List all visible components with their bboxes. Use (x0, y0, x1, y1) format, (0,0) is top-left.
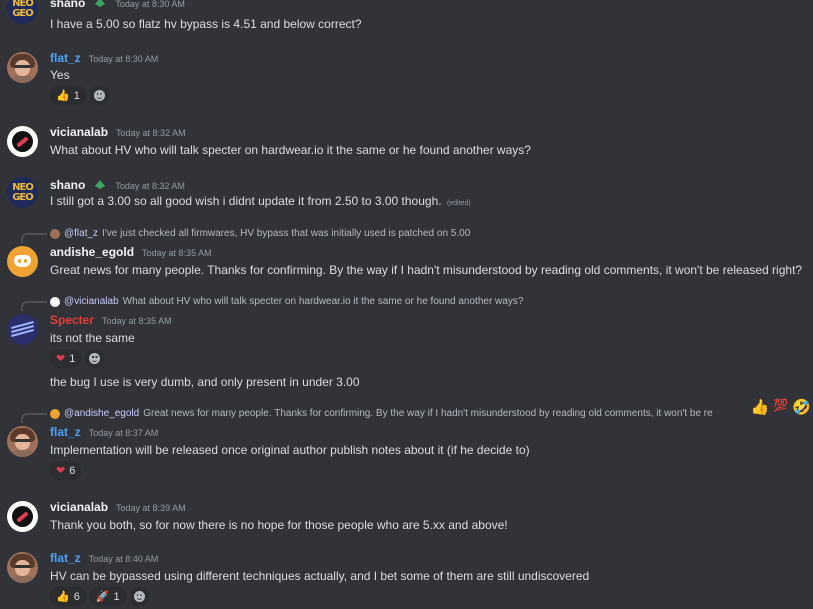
message-text: I still got a 3.00 so all good wish i di… (50, 194, 471, 208)
message-text: What about HV who will talk specter on h… (50, 143, 531, 157)
reply-preview[interactable]: @flat_z I've just checked all firmwares,… (50, 228, 470, 239)
reaction-thumbs-up[interactable]: 👍 1 (50, 86, 86, 105)
reply-text: I've just checked all firmwares, HV bypa… (102, 228, 471, 239)
message-text: its not the same (50, 331, 135, 345)
thumbs-up-icon: 👍 (56, 590, 70, 603)
add-reaction-button[interactable] (129, 587, 149, 606)
username[interactable]: Specter (50, 313, 94, 327)
timestamp: Today at 8:35 AM (102, 316, 172, 326)
message-text: Thank you both, so for now there is no h… (50, 518, 508, 532)
avatar[interactable] (7, 314, 38, 345)
message-text: I have a 5.00 so flatz hv bypass is 4.51… (50, 17, 362, 31)
add-reaction-icon (93, 90, 105, 101)
username[interactable]: andishe_egold (50, 245, 134, 259)
timestamp: Today at 8:39 AM (116, 503, 186, 513)
username[interactable]: flat_z (50, 425, 81, 439)
reaction-thumbs-up[interactable]: 👍 6 (50, 587, 86, 606)
reaction-rocket[interactable]: 🚀 1 (89, 587, 126, 606)
timestamp: Today at 8:30 AM (88, 54, 159, 64)
message-text: Yes (50, 68, 70, 82)
timestamp: Today at 8:32 AM (116, 128, 186, 138)
avatar[interactable] (7, 426, 38, 457)
reaction-count: 6 (69, 464, 76, 477)
reaction-count: 1 (73, 89, 80, 102)
add-reaction-button[interactable] (89, 86, 109, 105)
reaction-count: 1 (69, 352, 76, 365)
leaf-badge-icon (93, 177, 107, 189)
add-reaction-icon (133, 591, 145, 602)
laughing-icon[interactable]: 🤣 (792, 398, 811, 416)
reply-connector (21, 301, 47, 311)
message-text: HV can be bypassed using different techn… (50, 569, 590, 583)
reaction-heart[interactable]: ❤ 6 (50, 461, 82, 480)
reply-mention[interactable]: @vicianalab (64, 296, 119, 307)
avatar[interactable] (7, 52, 38, 83)
reply-connector (21, 413, 47, 423)
username[interactable]: flat_z (50, 551, 81, 565)
reply-mention[interactable]: @andishe_egold (64, 408, 139, 419)
reply-connector (21, 233, 47, 243)
message-text: Great news for many people. Thanks for c… (50, 263, 803, 277)
reply-preview[interactable]: @andishe_egold Great news for many peopl… (50, 408, 713, 419)
avatar[interactable] (7, 126, 38, 157)
message-text: Implementation will be released once ori… (50, 443, 530, 457)
quick-reaction-bar: 👍 💯 🤣 (751, 398, 811, 416)
timestamp: Today at 8:35 AM (142, 248, 212, 258)
username[interactable]: flat_z (50, 51, 81, 65)
reaction-count: 6 (73, 590, 80, 603)
reaction-count: 1 (113, 590, 120, 603)
reply-avatar (50, 296, 60, 307)
timestamp: Today at 8:40 AM (88, 554, 159, 564)
add-reaction-icon (89, 353, 101, 364)
thumbs-up-icon[interactable]: 👍 (751, 398, 770, 416)
message-text: the bug I use is very dumb, and only pre… (50, 375, 360, 389)
avatar[interactable]: NEO GEO (7, 177, 38, 208)
reaction-heart[interactable]: ❤ 1 (50, 349, 82, 368)
reply-mention[interactable]: @flat_z (64, 228, 98, 239)
reply-text: Great news for many people. Thanks for c… (143, 408, 713, 419)
heart-icon: ❤ (56, 352, 66, 365)
timestamp: Today at 8:30 AM (115, 0, 185, 9)
leaf-badge-icon (93, 0, 107, 7)
heart-icon: ❤ (56, 464, 66, 477)
avatar[interactable] (7, 552, 38, 583)
message-body: I still got a 3.00 so all good wish i di… (50, 194, 442, 208)
reply-avatar (50, 408, 60, 419)
timestamp: Today at 8:32 AM (115, 181, 185, 191)
rocket-icon: 🚀 (95, 590, 110, 603)
add-reaction-button[interactable] (85, 349, 105, 368)
timestamp: Today at 8:37 AM (88, 428, 159, 438)
avatar[interactable] (7, 501, 38, 532)
reply-avatar (50, 228, 60, 239)
avatar[interactable]: NEO GEO (7, 0, 38, 24)
avatar[interactable] (7, 246, 38, 277)
hundred-icon[interactable]: 💯 (773, 398, 788, 416)
reply-text: What about HV who will talk specter on h… (122, 296, 524, 307)
reply-preview[interactable]: @vicianalab What about HV who will talk … (50, 296, 523, 307)
username[interactable]: vicianalab (50, 500, 108, 514)
username[interactable]: shano (50, 178, 85, 192)
thumbs-up-icon: 👍 (56, 89, 70, 102)
edited-tag: (edited) (446, 200, 471, 207)
username[interactable]: shano (50, 0, 85, 10)
username[interactable]: vicianalab (50, 125, 108, 139)
